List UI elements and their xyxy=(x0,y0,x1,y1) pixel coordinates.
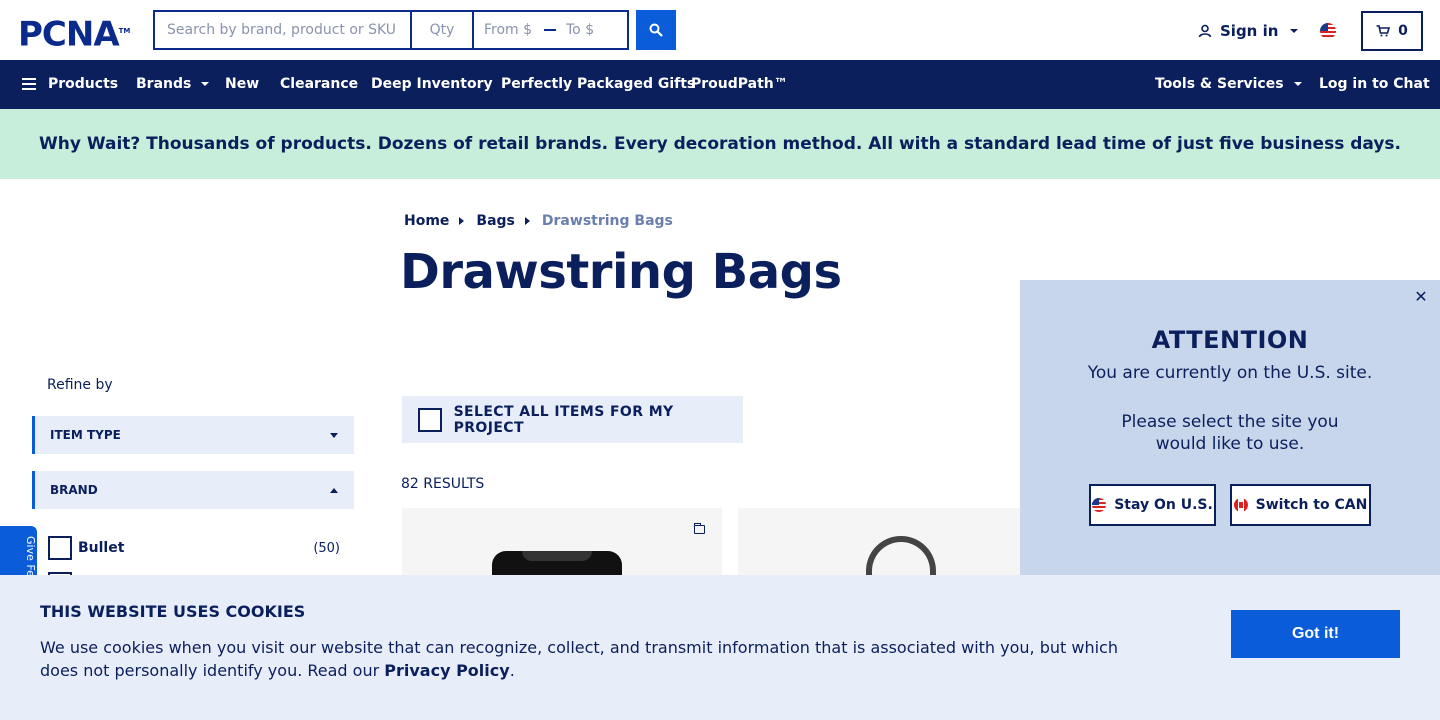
breadcrumb-bags[interactable]: Bags xyxy=(476,213,514,229)
cookie-text: We use cookies when you visit our websit… xyxy=(40,636,1140,682)
site-select-popup: ✕ ATTENTION You are currently on the U.S… xyxy=(1020,280,1440,580)
chevron-up-icon xyxy=(330,487,338,493)
price-to-input[interactable] xyxy=(566,22,624,38)
nav-tools[interactable]: Tools & Services xyxy=(1155,76,1302,92)
us-flag-icon[interactable] xyxy=(1320,23,1336,39)
cookie-title: THIS WEBSITE USES COOKIES xyxy=(40,602,306,621)
feedback-label: Give Fe xyxy=(24,536,37,577)
switch-can-label: Switch to CAN xyxy=(1255,497,1368,513)
facet-label: ITEM TYPE xyxy=(50,428,121,442)
close-icon[interactable]: ✕ xyxy=(1414,289,1428,305)
cart-button[interactable]: 0 xyxy=(1361,11,1423,51)
give-feedback-tab[interactable]: Give Fe xyxy=(0,526,37,580)
nav-products[interactable]: Products xyxy=(22,76,118,92)
search-input[interactable] xyxy=(155,12,412,48)
cookie-banner: THIS WEBSITE USES COOKIES We use cookies… xyxy=(0,575,1440,720)
chevron-down-icon xyxy=(1293,82,1302,86)
checkbox[interactable] xyxy=(48,536,72,560)
facet-label: BRAND xyxy=(50,483,98,497)
price-range xyxy=(474,12,627,48)
canada-flag-icon xyxy=(1233,498,1248,512)
results-count: 82 RESULTS xyxy=(401,476,485,492)
stay-us-button[interactable]: Stay On U.S. xyxy=(1089,484,1216,526)
price-dash xyxy=(544,29,556,31)
breadcrumb-current: Drawstring Bags xyxy=(541,213,673,229)
cart-count: 0 xyxy=(1398,23,1408,39)
chevron-down-icon xyxy=(330,432,338,438)
page-title: Drawstring Bags xyxy=(400,244,842,300)
search-bar xyxy=(153,10,629,50)
stay-us-label: Stay On U.S. xyxy=(1114,497,1213,513)
nav-tools-label: Tools & Services xyxy=(1155,76,1284,92)
facet-item-type[interactable]: ITEM TYPE xyxy=(32,416,354,454)
user-icon xyxy=(1198,24,1212,38)
hamburger-icon xyxy=(22,78,36,90)
nav-new[interactable]: New xyxy=(225,76,259,92)
add-to-project-icon[interactable] xyxy=(693,522,705,534)
signin-menu[interactable]: Sign in xyxy=(1198,22,1299,40)
refine-label: Refine by xyxy=(47,377,113,393)
cookie-accept-button[interactable]: Got it! xyxy=(1231,610,1400,658)
privacy-policy-link[interactable]: Privacy Policy xyxy=(384,661,509,680)
nav-deep-inventory[interactable]: Deep Inventory xyxy=(371,76,493,92)
nav-clearance[interactable]: Clearance xyxy=(280,76,358,92)
nav-brands[interactable]: Brands xyxy=(136,76,210,92)
us-flag-icon xyxy=(1092,498,1107,512)
nav-brands-label: Brands xyxy=(136,76,192,92)
signin-label: Sign in xyxy=(1220,22,1279,40)
facet-brand[interactable]: BRAND xyxy=(32,471,354,509)
chevron-down-icon xyxy=(1290,29,1299,33)
search-icon xyxy=(649,23,663,37)
breadcrumb: Home Bags Drawstring Bags xyxy=(404,213,673,229)
promo-text: Why Wait? Thousands of products. Dozens … xyxy=(38,134,1402,154)
nav-proudpath[interactable]: ProudPath™ xyxy=(691,76,788,92)
chevron-down-icon xyxy=(201,82,210,86)
nav-gifts[interactable]: Perfectly Packaged Gifts xyxy=(501,76,695,92)
popup-line: You are currently on the U.S. site. xyxy=(1087,363,1373,383)
breadcrumb-arrow-icon xyxy=(459,217,465,225)
brand-option-count: (50) xyxy=(313,540,340,556)
cart-icon xyxy=(1376,25,1391,37)
select-all-toggle[interactable]: SELECT ALL ITEMS FOR MY PROJECT xyxy=(402,396,743,443)
select-all-label: SELECT ALL ITEMS FOR MY PROJECT xyxy=(453,403,674,436)
search-button[interactable] xyxy=(636,10,676,50)
popup-title: ATTENTION xyxy=(1151,326,1309,354)
pcna-logo[interactable]: PCNATM xyxy=(18,14,130,51)
brand-option-bullet[interactable]: Bullet (50) xyxy=(48,536,340,560)
site-header: PCNATM Sign in 0 xyxy=(0,0,1440,60)
brand-option-label: Bullet xyxy=(78,540,125,556)
select-all-checkbox[interactable] xyxy=(418,407,442,432)
main-nav: Products Brands New Clearance Deep Inven… xyxy=(0,60,1440,109)
breadcrumb-arrow-icon xyxy=(524,217,530,225)
popup-line: Please select the site you xyxy=(1121,412,1339,432)
breadcrumb-home[interactable]: Home xyxy=(404,213,449,229)
switch-can-button[interactable]: Switch to CAN xyxy=(1230,484,1371,526)
promo-banner: Why Wait? Thousands of products. Dozens … xyxy=(0,109,1440,179)
popup-line: would like to use. xyxy=(1155,434,1305,454)
nav-products-label: Products xyxy=(48,76,119,92)
cookie-body: We use cookies when you visit our websit… xyxy=(40,638,1118,680)
nav-chat[interactable]: Log in to Chat xyxy=(1319,76,1430,92)
price-from-input[interactable] xyxy=(484,22,542,38)
cookie-text-end: . xyxy=(509,661,515,680)
qty-input[interactable] xyxy=(412,12,474,48)
